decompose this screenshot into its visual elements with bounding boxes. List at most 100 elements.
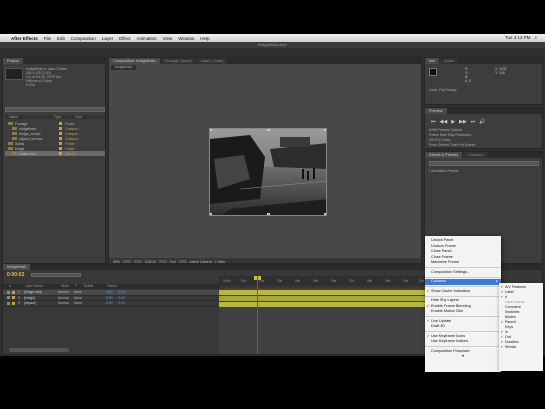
checkmark-icon: ✓ xyxy=(426,288,430,293)
menu-item-maximize-frame[interactable]: Maximize Frame xyxy=(425,260,501,266)
bounding-handle[interactable] xyxy=(324,129,326,131)
playhead[interactable] xyxy=(257,276,258,354)
list-item-selected[interactable]: bridge.mov QuickT... xyxy=(5,151,105,156)
menu-item-enable-motion-blur[interactable]: Enable Motion Blur xyxy=(425,309,501,315)
current-time[interactable]: 0:00:02 xyxy=(7,272,24,278)
previous-frame-icon[interactable]: ◀◀ xyxy=(440,119,448,125)
color-values: R: G: B: A: 0 xyxy=(465,67,472,83)
time-ruler[interactable]: 0:00s 01s 02s 03s 04s 05s 06s 07s 08s 09… xyxy=(219,276,429,286)
project-panel: Project bridgefinish ▾, used 3 times 160… xyxy=(2,57,106,297)
preview-controls: ⏮ ◀◀ ▶ ▶▶ ⏭ 🔊 xyxy=(431,119,486,125)
tab-composition[interactable]: Composition: bridgefinish xyxy=(109,58,160,64)
columns-submenu: ✓ A/V Features ✓ Label ✓ # Layer Name Comme… xyxy=(499,283,543,371)
table-row[interactable]: 3 [citysun] Normal None 0:00 0:04 xyxy=(3,301,219,307)
menu-separator xyxy=(425,267,501,268)
menu-layer[interactable]: Layer xyxy=(102,36,113,41)
layer-tracks xyxy=(219,288,429,354)
menu-item-show-cache-indicators[interactable]: ✓ Show Cache Indicators xyxy=(425,289,501,295)
audio-icon[interactable]: 🔊 xyxy=(479,119,485,125)
ram-preview-label[interactable]: RAM Preview Options xyxy=(429,128,462,132)
list-item[interactable]: * Animation Presets xyxy=(429,169,459,173)
comp-sub-tab[interactable]: bridgefinish xyxy=(111,65,137,70)
menu-animation[interactable]: Animation xyxy=(137,36,157,41)
menu-separator xyxy=(425,286,501,287)
folder-icon xyxy=(8,122,13,125)
menu-edit[interactable]: Edit xyxy=(57,36,65,41)
tab-footage[interactable]: Footage: (none) xyxy=(160,58,196,64)
bounding-handle[interactable] xyxy=(267,129,270,131)
info-label: Color: Fuji Orange xyxy=(429,88,457,92)
menu-separator xyxy=(425,331,501,332)
menu-separator xyxy=(425,316,501,317)
layer-bar[interactable] xyxy=(219,296,429,301)
menu-separator xyxy=(425,295,501,297)
tab-layer[interactable]: Layer: (none) xyxy=(196,58,228,64)
submenu-item-stretch[interactable]: ✓ Stretch xyxy=(499,345,543,350)
composition-viewer[interactable] xyxy=(209,128,327,216)
project-search-input[interactable] xyxy=(5,107,105,112)
tab-character[interactable]: Character xyxy=(463,152,488,158)
cursor-coords: X: 1158 Y: 108 xyxy=(495,67,507,75)
menu-view[interactable]: View xyxy=(163,36,173,41)
menu-item-use-keyframe-indices[interactable]: Use Keyframe Indices xyxy=(425,339,501,345)
eye-icon[interactable] xyxy=(7,290,10,294)
composition-icon xyxy=(12,127,17,130)
timeline-zoom-slider[interactable] xyxy=(9,348,69,352)
tab-effects-presets[interactable]: Effects & Presets xyxy=(425,152,463,158)
bounding-handle[interactable] xyxy=(324,213,326,215)
preview-options-values[interactable]: (29.97) 0 Auto xyxy=(429,138,450,142)
next-frame-icon[interactable]: ▶▶ xyxy=(459,119,467,125)
label-color[interactable] xyxy=(12,296,15,300)
first-frame-icon[interactable]: ⏮ xyxy=(431,119,436,125)
submenu-arrow-icon: ▸ xyxy=(496,279,498,283)
panel-context-menu: Unlock Panel Undock Frame Close Panel Cl… xyxy=(425,236,501,372)
effects-search-input[interactable] xyxy=(429,161,539,166)
menu-composition[interactable]: Composition xyxy=(71,36,96,41)
footage-info: bridgefinish ▾, used 3 times 160 x 120 (… xyxy=(26,67,68,87)
composition-icon xyxy=(12,137,17,140)
last-frame-icon[interactable]: ⏭ xyxy=(471,119,476,125)
preview-panel: Preview ⏮ ◀◀ ▶ ▶▶ ⏭ 🔊 RAM Preview Option… xyxy=(424,107,543,149)
bounding-handle[interactable] xyxy=(210,213,212,215)
menu-window[interactable]: Window xyxy=(178,36,194,41)
col-type[interactable]: Type xyxy=(54,115,61,119)
eye-icon[interactable] xyxy=(7,301,10,305)
tab-info[interactable]: Info xyxy=(425,58,440,64)
menu-item-draft-3d[interactable]: Draft 3D xyxy=(425,324,501,330)
label-color[interactable] xyxy=(12,290,15,294)
menu-file[interactable]: File xyxy=(44,36,51,41)
project-column-header: Name Type Size xyxy=(5,115,105,119)
tab-timeline[interactable]: bridgefinish xyxy=(3,264,31,270)
tab-audio[interactable]: Audio xyxy=(440,58,459,64)
menu-separator xyxy=(425,346,501,347)
clock: Tue 3:13 PM xyxy=(504,35,531,40)
menu-effect[interactable]: Effect xyxy=(119,36,130,41)
label-color[interactable] xyxy=(12,301,15,305)
layer-bar[interactable] xyxy=(219,290,429,295)
col-size[interactable]: Size xyxy=(75,115,82,119)
menu-item-composition-settings[interactable]: Composition Settings... xyxy=(425,270,501,276)
composition-panel: Composition: bridgefinish Footage: (none… xyxy=(108,57,422,267)
composition-icon xyxy=(12,132,17,135)
bounding-handle[interactable] xyxy=(267,213,270,215)
timeline-search-input[interactable] xyxy=(31,273,81,277)
layer-column-header: # Layer Name Mode T TrkMat Parent xyxy=(3,284,219,289)
menu-help[interactable]: Help xyxy=(200,36,209,41)
color-swatch xyxy=(429,68,437,76)
preview-options-header: Frame Rate Skip Resolution xyxy=(429,133,472,137)
bounding-handle[interactable] xyxy=(210,129,212,131)
footage-thumbnail xyxy=(5,68,23,80)
play-icon[interactable]: ▶ xyxy=(451,119,455,125)
tab-project[interactable]: Project xyxy=(3,58,23,64)
tab-preview[interactable]: Preview xyxy=(425,108,447,114)
menu-item-columns[interactable]: Columns ▸ xyxy=(425,279,501,285)
footage-icon xyxy=(12,152,17,155)
eye-icon[interactable] xyxy=(7,296,10,300)
layer-bar[interactable] xyxy=(219,302,429,307)
preview-from-label[interactable]: From Current Time Full Screen xyxy=(429,143,476,147)
spotlight-icon[interactable]: ⌕ xyxy=(534,35,537,40)
menu-scroll-down-icon[interactable]: ▾ xyxy=(425,354,501,360)
folder-icon xyxy=(8,142,13,145)
app-menu[interactable]: After Effects xyxy=(11,36,38,41)
col-name[interactable]: Name xyxy=(9,115,18,119)
